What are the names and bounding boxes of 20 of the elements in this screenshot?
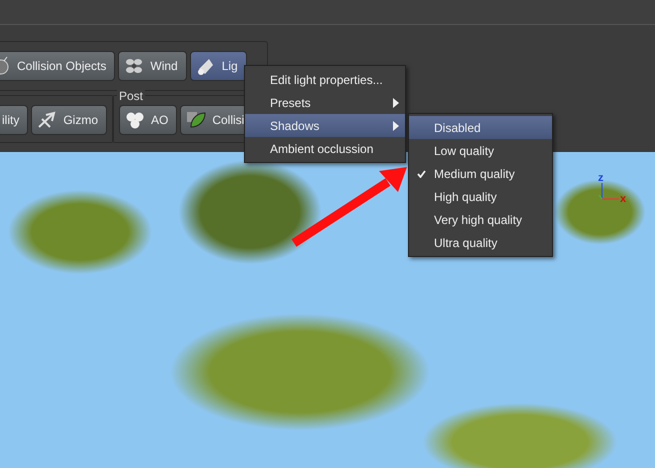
menu-item[interactable]: Ultra quality	[409, 231, 552, 254]
submenu-arrow-icon	[393, 98, 399, 108]
toolbar-button[interactable]: AO	[119, 105, 178, 135]
toolbar-button[interactable]: Gizmo	[31, 105, 108, 135]
menu-item[interactable]: Ambient occlussion	[245, 137, 405, 160]
menu-item[interactable]: Low quality	[409, 139, 552, 162]
menu-item[interactable]: Very high quality	[409, 208, 552, 231]
menu-item[interactable]: Medium quality	[409, 162, 552, 185]
axis-label: x	[620, 194, 626, 205]
toolbar-button[interactable]: Collision Objects	[0, 51, 116, 81]
menu-item[interactable]: Edit light properties...	[245, 68, 405, 91]
toolbar-button[interactable]: Lig	[190, 51, 247, 81]
axis-label: z	[598, 173, 604, 184]
checkmark-icon	[417, 170, 426, 178]
menu-item[interactable]: High quality	[409, 185, 552, 208]
menu-item[interactable]: Shadows	[245, 114, 405, 137]
toolbar-button[interactable]: ility	[0, 105, 28, 135]
menu-item[interactable]: Disabled	[409, 116, 552, 139]
toolbar-button[interactable]: Wind	[118, 51, 187, 81]
submenu-arrow-icon	[393, 120, 399, 130]
